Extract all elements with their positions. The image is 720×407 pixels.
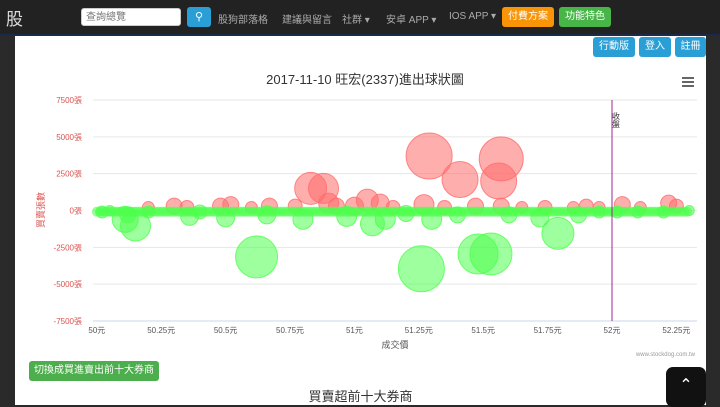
nav-ios[interactable]: IOS APP ▾ bbox=[449, 11, 496, 22]
register-button[interactable]: 註冊 bbox=[675, 37, 706, 57]
toggle-broker-button[interactable]: 切換成買進賣出前十大券商 bbox=[29, 361, 159, 381]
nav-community[interactable]: 社群 ▾ bbox=[342, 11, 370, 26]
features-button[interactable]: 功能特色 bbox=[559, 7, 611, 27]
main-content: 行動版 登入 註冊 切換成買進賣出前十大券商 買賣超前十大券商 bbox=[15, 36, 706, 405]
search-icon: ⚲ bbox=[194, 11, 204, 23]
logo[interactable]: 股 bbox=[6, 5, 23, 30]
mobile-version-button[interactable]: 行動版 bbox=[593, 37, 635, 57]
search-input[interactable]: 查詢總覽 bbox=[81, 8, 181, 26]
nav-blog[interactable]: 股狗部落格 bbox=[218, 11, 268, 26]
section-heading: 買賣超前十大券商 bbox=[308, 389, 413, 404]
scroll-to-top-button[interactable]: ⌃ bbox=[666, 367, 706, 407]
nav-android[interactable]: 安卓 APP ▾ bbox=[386, 11, 436, 26]
login-button[interactable]: 登入 bbox=[639, 37, 671, 57]
chart-menu-icon[interactable] bbox=[682, 77, 694, 87]
paid-plan-button[interactable]: 付費方案 bbox=[502, 7, 554, 27]
chevron-up-icon: ⌃ bbox=[679, 377, 693, 394]
search-button[interactable]: ⚲ bbox=[187, 7, 211, 27]
top-navbar: 股 查詢總覽 ⚲ 股狗部落格 建議與留言 社群 ▾ 安卓 APP ▾ IOS A… bbox=[0, 0, 720, 36]
nav-feedback[interactable]: 建議與留言 bbox=[282, 11, 332, 26]
